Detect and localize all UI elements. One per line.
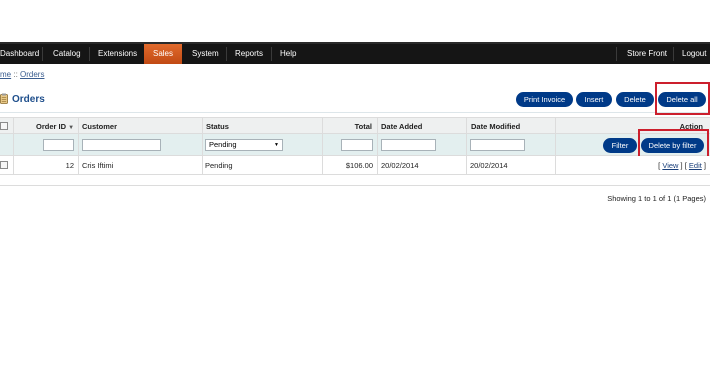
cell-total: $106.00 xyxy=(345,161,373,170)
clipboard-icon xyxy=(0,93,8,104)
sort-down-icon: ▼ xyxy=(68,125,75,131)
menu-system[interactable]: System xyxy=(192,44,220,64)
cell-customer: Cris Iftimi xyxy=(82,161,114,170)
menu-divider xyxy=(271,47,272,61)
column-divider xyxy=(322,117,323,175)
edit-link[interactable]: Edit xyxy=(689,161,702,170)
cell-status: Pending xyxy=(205,161,233,170)
delete-button[interactable]: Delete xyxy=(616,92,654,107)
filter-date-modified-input[interactable] xyxy=(470,139,525,151)
menu-divider xyxy=(616,47,617,61)
print-invoice-button[interactable]: Print Invoice xyxy=(516,92,573,107)
insert-button[interactable]: Insert xyxy=(576,92,612,107)
column-divider xyxy=(13,117,14,175)
filter-row: Pending ▼ Filter Delete by filter xyxy=(0,134,710,156)
header-total[interactable]: Total xyxy=(355,118,372,135)
column-divider xyxy=(377,117,378,175)
menu-divider xyxy=(42,47,43,61)
column-divider xyxy=(78,117,79,175)
breadcrumb-separator: :: xyxy=(11,70,21,79)
menu-help[interactable]: Help xyxy=(280,44,300,64)
cell-date-modified: 20/02/2014 xyxy=(470,161,508,170)
cell-action: [ View ] [ Edit ] xyxy=(658,161,706,170)
filter-customer-input[interactable] xyxy=(82,139,161,151)
menu-divider xyxy=(226,47,227,61)
menu-extensions[interactable]: Extensions xyxy=(98,44,138,64)
menu-divider xyxy=(89,47,90,61)
filter-total-input[interactable] xyxy=(341,139,373,151)
header-date-added[interactable]: Date Added xyxy=(381,118,422,135)
column-divider xyxy=(466,117,467,175)
menu-reports[interactable]: Reports xyxy=(235,44,265,64)
chevron-down-icon: ▼ xyxy=(274,142,279,148)
pagination-divider xyxy=(0,185,710,186)
select-all-checkbox[interactable] xyxy=(0,122,8,130)
header-status[interactable]: Status xyxy=(206,118,229,135)
menu-divider xyxy=(673,47,674,61)
filter-order-id-input[interactable] xyxy=(43,139,74,151)
row-select-checkbox[interactable] xyxy=(0,161,8,169)
breadcrumb-home[interactable]: me xyxy=(0,70,11,79)
header-customer[interactable]: Customer xyxy=(82,118,117,135)
table-header-row: Order ID ▼ Customer Status Total Date Ad… xyxy=(0,117,710,134)
cell-order-id: 12 xyxy=(65,161,74,170)
column-divider xyxy=(202,117,203,175)
column-divider xyxy=(555,117,556,175)
pagination-results-text: Showing 1 to 1 of 1 (1 Pages) xyxy=(607,194,706,203)
menu-catalog[interactable]: Catalog xyxy=(53,44,83,64)
cell-date-added: 20/02/2014 xyxy=(381,161,419,170)
top-menu-bar: Dashboard Catalog Extensions Sales Syste… xyxy=(0,42,710,64)
highlight-box-delete-all xyxy=(655,82,710,115)
breadcrumb-orders[interactable]: Orders xyxy=(20,70,44,79)
menu-store-front[interactable]: Store Front xyxy=(627,44,667,64)
menu-logout[interactable]: Logout xyxy=(682,44,710,64)
menu-dashboard[interactable]: Dashboard xyxy=(0,44,39,64)
filter-button[interactable]: Filter xyxy=(603,138,637,153)
menu-sales[interactable]: Sales xyxy=(144,44,182,64)
breadcrumb: me :: Orders xyxy=(0,70,44,79)
view-link[interactable]: View xyxy=(662,161,678,170)
table-row: 12 Cris Iftimi Pending $106.00 20/02/201… xyxy=(0,156,710,175)
header-date-modified[interactable]: Date Modified xyxy=(471,118,520,135)
filter-status-select[interactable]: Pending ▼ xyxy=(205,139,283,151)
page-title: Orders xyxy=(12,94,45,105)
filter-date-added-input[interactable] xyxy=(381,139,436,151)
filter-status-value: Pending xyxy=(209,140,237,149)
